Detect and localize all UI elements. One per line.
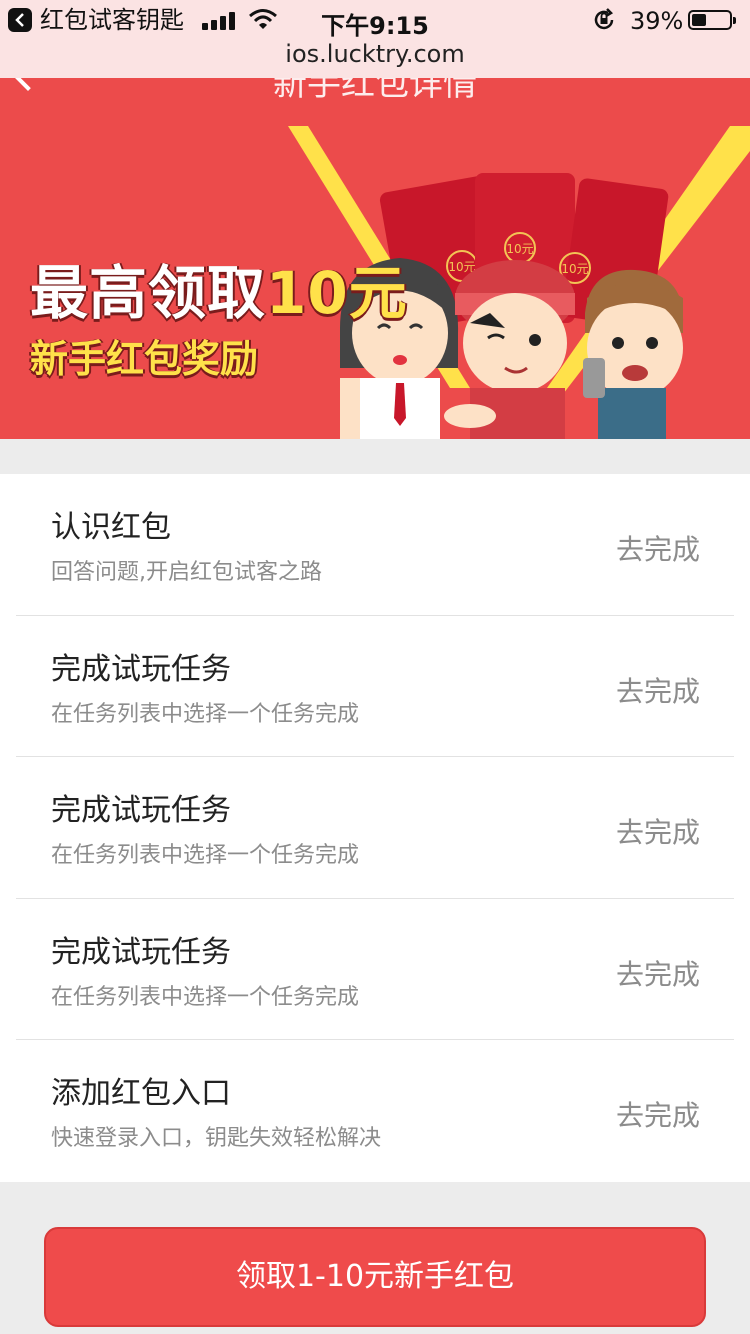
phone-icon xyxy=(583,358,605,398)
task-title: 完成试玩任务 xyxy=(51,651,231,687)
url-bar[interactable]: ios.lucktry.com xyxy=(0,40,750,78)
banner-headline-prefix: 最高领取 xyxy=(30,259,267,327)
task-list: 认识红包 回答问题,开启红包试客之路 去完成 完成试玩任务 在任务列表中选择一个… xyxy=(0,474,750,1182)
status-bar: 红包试客钥匙 下午9:15 39% xyxy=(0,0,750,40)
banner-headline-amount: 10元 xyxy=(266,259,408,327)
promo-banner: 10元 10元 10元 最高领取10元 新手红包奖励 xyxy=(0,98,750,439)
page-title: 新手红包详情 xyxy=(273,78,477,98)
task-title: 认识红包 xyxy=(51,510,171,545)
task-item-add-entry[interactable]: 添加红包入口 快速登录入口，钥匙失效轻松解决 去完成 xyxy=(16,1040,734,1182)
url-text: ios.lucktry.com xyxy=(285,40,465,68)
task-item-trial-1[interactable]: 完成试玩任务 在任务列表中选择一个任务完成 去完成 xyxy=(16,616,734,758)
task-action-button[interactable]: 去完成 xyxy=(616,670,700,710)
banner-headline: 最高领取10元 xyxy=(30,246,408,330)
nav-bar: 新手红包详情 xyxy=(0,78,750,98)
task-desc: 回答问题,开启红包试客之路 xyxy=(51,560,322,585)
task-title: 完成试玩任务 xyxy=(51,793,231,829)
task-item-trial-3[interactable]: 完成试玩任务 在任务列表中选择一个任务完成 去完成 xyxy=(16,899,734,1041)
task-title: 添加红包入口 xyxy=(51,1076,231,1112)
envelope-label-2: 10元 xyxy=(506,242,533,256)
task-action-button[interactable]: 去完成 xyxy=(616,528,700,568)
banner-subline: 新手红包奖励 xyxy=(30,337,259,381)
envelope-label-3: 10元 xyxy=(561,262,588,276)
task-action-button[interactable]: 去完成 xyxy=(616,1094,700,1134)
claim-redpacket-button[interactable]: 领取1-10元新手红包 xyxy=(44,1227,706,1327)
task-action-button[interactable]: 去完成 xyxy=(616,811,700,851)
task-title: 完成试玩任务 xyxy=(51,934,231,970)
boy-character-right xyxy=(583,269,684,439)
task-desc: 在任务列表中选择一个任务完成 xyxy=(51,984,360,1010)
task-item-trial-2[interactable]: 完成试玩任务 在任务列表中选择一个任务完成 去完成 xyxy=(16,757,734,899)
task-desc: 在任务列表中选择一个任务完成 xyxy=(51,843,360,869)
task-action-button[interactable]: 去完成 xyxy=(616,953,700,993)
task-desc: 快速登录入口，钥匙失效轻松解决 xyxy=(51,1126,382,1152)
rotation-lock-icon xyxy=(592,8,616,38)
task-desc: 在任务列表中选择一个任务完成 xyxy=(51,701,360,727)
battery-percent: 39% xyxy=(630,7,684,35)
boy-character-hat xyxy=(444,260,575,439)
battery-icon xyxy=(688,10,736,30)
task-item-learn-redpacket[interactable]: 认识红包 回答问题,开启红包试客之路 去完成 xyxy=(16,474,734,616)
